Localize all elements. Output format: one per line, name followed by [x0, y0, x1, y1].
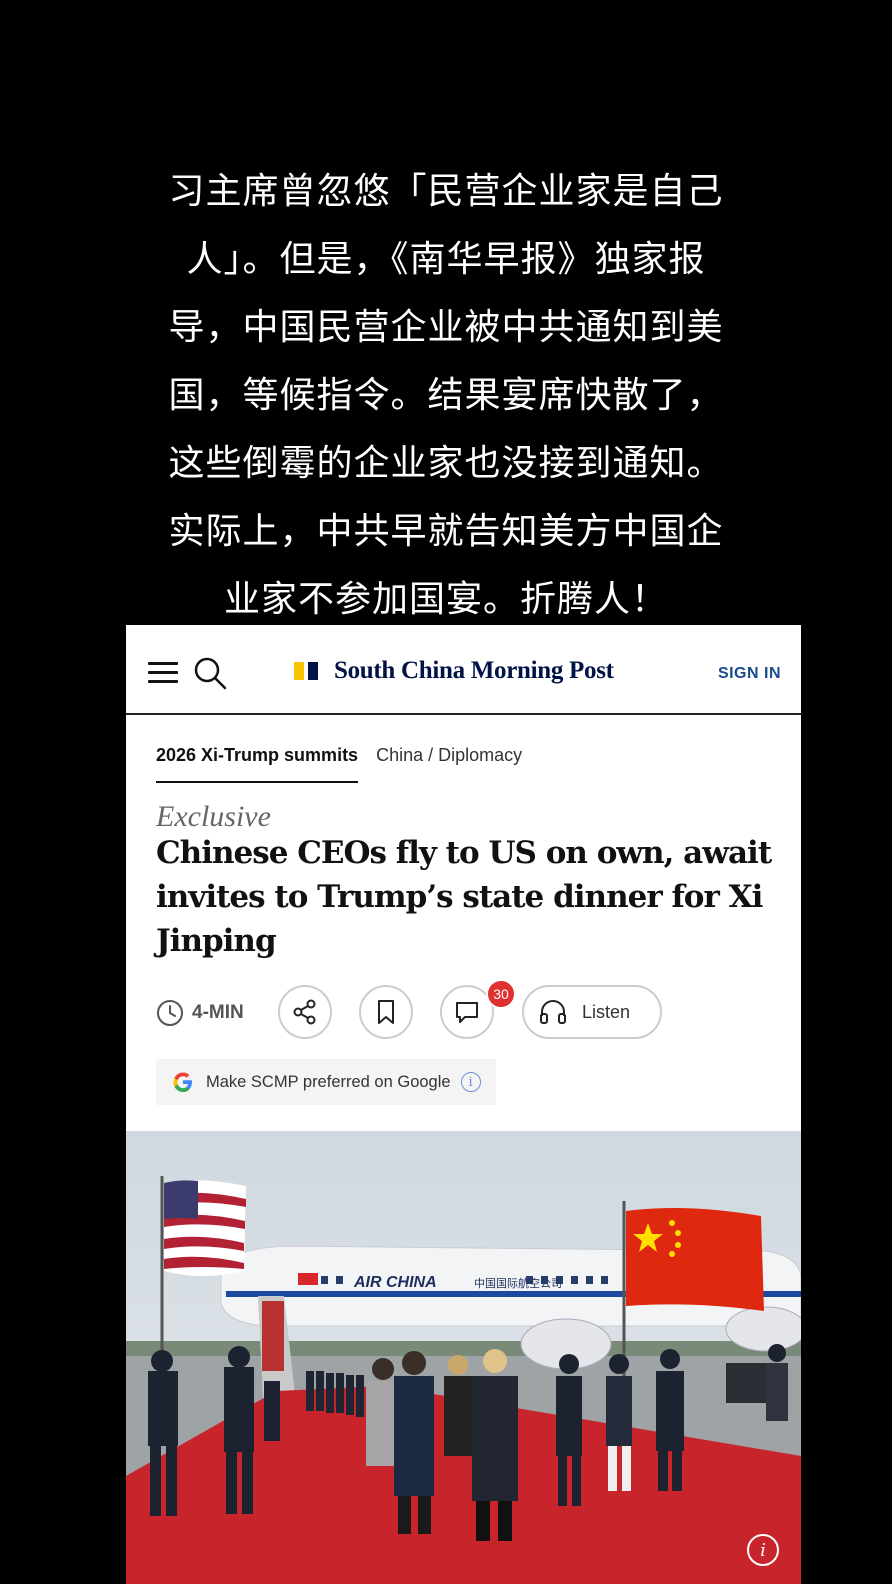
share-icon	[293, 999, 316, 1025]
site-logo-text: South China Morning Post	[334, 657, 614, 684]
listen-button[interactable]: Listen	[522, 985, 662, 1039]
article-photo: AIR CHINA 中国国际航空公司 i	[126, 1131, 801, 1584]
read-time: 4-MIN	[156, 999, 244, 1027]
photo-info-icon[interactable]: i	[747, 1534, 779, 1566]
search-icon[interactable]	[192, 655, 228, 691]
exclusive-label: Exclusive	[156, 800, 271, 833]
share-button[interactable]	[278, 985, 332, 1039]
bookmark-icon	[378, 1000, 394, 1024]
caption-line: 实际上，中共早就告知美方中国企	[168, 511, 724, 552]
read-time-label: 4-MIN	[192, 1002, 244, 1023]
clock-icon	[157, 1000, 183, 1026]
photo-illustration: AIR CHINA 中国国际航空公司	[126, 1131, 801, 1584]
sign-in-link[interactable]: SIGN IN	[718, 665, 781, 683]
caption-text: 习主席曾忽悠「民营企业家是自己 人」。但是，《南华早报》独家报 导，中国民营企业…	[140, 158, 752, 634]
site-header: South China Morning Post SIGN IN	[126, 625, 801, 715]
site-logo[interactable]: South China Morning Post	[294, 655, 614, 687]
topic-tag[interactable]: 2026 Xi-Trump summits	[156, 745, 359, 783]
bookmark-button[interactable]	[359, 985, 413, 1039]
caption-line: 习主席曾忽悠「民营企业家是自己	[168, 171, 724, 212]
listen-label: Listen	[582, 1001, 631, 1022]
info-icon[interactable]: i	[460, 1072, 481, 1092]
comment-count-badge: 30	[486, 979, 516, 1009]
caption-line: 这些倒霉的企业家也没接到通知。	[168, 443, 724, 484]
headphones-icon	[540, 1000, 566, 1024]
google-preferred-label: Make SCMP preferred on Google	[206, 1072, 451, 1091]
caption-line: 业家不参加国宴。折腾人！	[223, 579, 668, 620]
caption-line: 导，中国民营企业被中共通知到美	[168, 307, 724, 348]
caption-line: 国，等候指令。结果宴席快散了，	[168, 375, 724, 416]
article-screenshot: South China Morning Post SIGN IN 2026 Xi…	[126, 625, 801, 1584]
article-actions: 4-MIN 30 Listen	[156, 979, 796, 1041]
plane-livery: AIR CHINA	[353, 1274, 437, 1291]
breadcrumb: 2026 Xi-Trump summits China / Diplomacy	[156, 745, 522, 785]
article-headline: Chinese CEOs fly to US on own, await inv…	[156, 835, 772, 959]
hamburger-icon[interactable]	[148, 662, 178, 684]
google-preferred-button[interactable]: Make SCMP preferred on Google i	[156, 1059, 496, 1105]
caption-line: 人」。但是，《南华早报》独家报	[186, 239, 706, 280]
google-icon	[173, 1072, 192, 1092]
comment-icon	[456, 1002, 478, 1023]
plane-chinese-name: 中国国际航空公司	[474, 1276, 562, 1290]
section-path[interactable]: China / Diplomacy	[376, 745, 522, 785]
scmp-logo-mark	[294, 662, 318, 680]
